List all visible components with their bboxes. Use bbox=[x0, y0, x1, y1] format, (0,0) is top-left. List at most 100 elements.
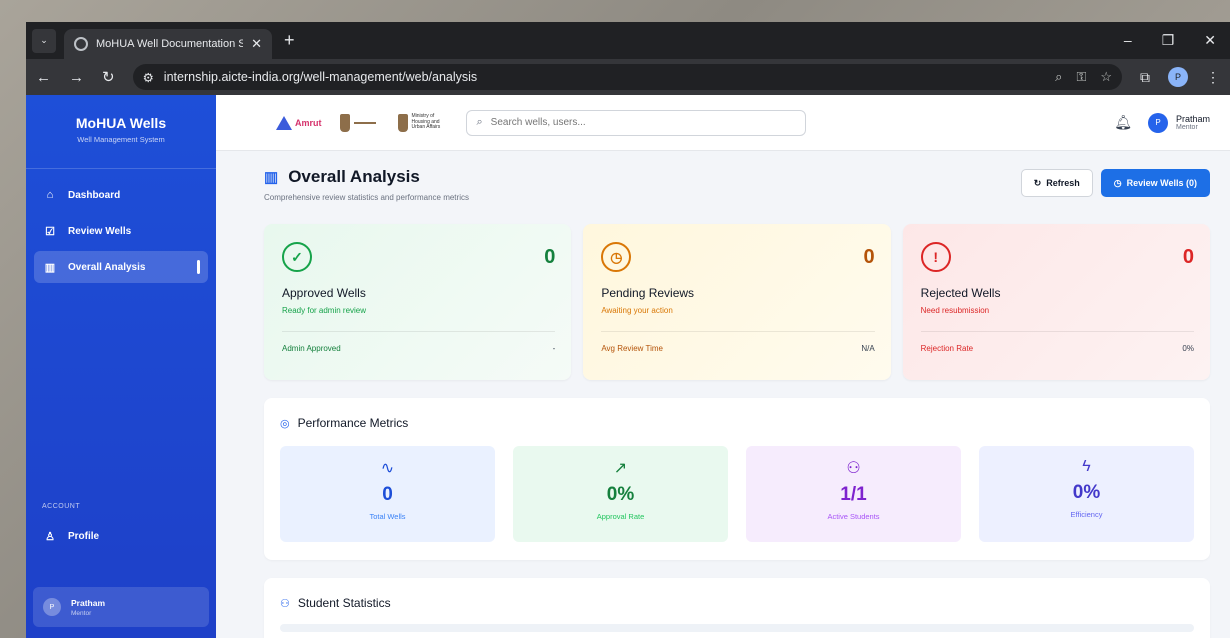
user-menu[interactable]: P Pratham Mentor bbox=[1147, 112, 1210, 133]
new-tab-button[interactable]: + bbox=[284, 30, 295, 51]
sidebar-item-label: Overall Analysis bbox=[68, 261, 146, 273]
globe-icon bbox=[74, 37, 88, 51]
sidebar-user-card[interactable]: P Pratham Mentor bbox=[33, 587, 209, 627]
url-field[interactable]: ⚙ internship.aicte-india.org/well-manage… bbox=[132, 64, 1122, 90]
alert-circle-icon: ! bbox=[920, 242, 951, 272]
metric-approval-rate: ↗ 0% Approval Rate bbox=[513, 446, 728, 542]
approved-wells-card: ✓ 0 Approved Wells Ready for admin revie… bbox=[264, 224, 572, 380]
search-input[interactable] bbox=[490, 117, 795, 128]
refresh-icon: ↻ bbox=[1033, 177, 1042, 188]
metric-value: 0% bbox=[1072, 482, 1101, 503]
emblem-logo bbox=[339, 112, 380, 134]
sidebar-nav: ⌂ Dashboard ☑ Review Wells ▥ Overall Ana… bbox=[26, 169, 216, 297]
sidebar-item-label: Profile bbox=[68, 530, 100, 542]
browser-menu-icon[interactable]: ⋮ bbox=[1206, 69, 1220, 86]
reload-icon[interactable]: ↻ bbox=[102, 68, 115, 86]
zap-icon: ϟ bbox=[1082, 458, 1091, 475]
close-tab-icon[interactable]: ✕ bbox=[251, 36, 262, 52]
stat-label: Approved Wells bbox=[282, 286, 366, 300]
performance-metrics-panel: ◎ Performance Metrics ∿ 0 Total Wells ↗ … bbox=[264, 398, 1210, 560]
sidebar-item-profile[interactable]: ♙ Profile bbox=[34, 520, 208, 552]
zoom-icon[interactable]: ⌕ bbox=[1055, 69, 1062, 85]
avatar: P bbox=[1147, 112, 1168, 133]
search-box[interactable]: ⌕ bbox=[465, 109, 806, 136]
rejected-wells-card: ! 0 Rejected Wells Need resubmission Rej… bbox=[902, 224, 1210, 380]
stat-foot-key: Admin Approved bbox=[282, 344, 341, 353]
page-content: ▥ Overall Analysis Comprehensive review … bbox=[216, 151, 1230, 638]
users-icon: ⚇ bbox=[280, 597, 290, 610]
user-icon: ♙ bbox=[45, 530, 55, 543]
site-settings-icon[interactable]: ⚙ bbox=[143, 70, 154, 85]
avatar: P bbox=[43, 598, 61, 616]
student-statistics-panel: ⚇ Student Statistics bbox=[264, 578, 1210, 638]
partner-logos: Amrut Ministry of Housing and Urban Affa… bbox=[276, 112, 446, 134]
clock-icon: ◷ bbox=[1113, 177, 1122, 188]
user-name: Pratham bbox=[71, 597, 106, 608]
metric-active-students: ⚇ 1/1 Active Students bbox=[746, 446, 961, 542]
url-text: internship.aicte-india.org/well-manageme… bbox=[163, 70, 478, 84]
user-role: Mentor bbox=[71, 609, 92, 617]
bell-icon[interactable]: 🔔︎ bbox=[1114, 114, 1132, 131]
app: MoHUA Wells Well Management System ⌂ Das… bbox=[26, 95, 1230, 638]
extensions-icon[interactable]: ⧉ bbox=[1140, 69, 1150, 86]
search-icon: ⌕ bbox=[476, 116, 483, 128]
tab-search-button[interactable]: ⌄ bbox=[32, 28, 56, 53]
key-icon[interactable]: ⚿ bbox=[1076, 69, 1086, 85]
brand: MoHUA Wells Well Management System bbox=[26, 95, 216, 169]
metric-label: Total Wells bbox=[369, 512, 406, 521]
sidebar-item-dashboard[interactable]: ⌂ Dashboard bbox=[34, 179, 208, 211]
restore-icon[interactable]: ❐ bbox=[1162, 32, 1175, 49]
users-icon: ⚇ bbox=[846, 460, 861, 477]
bookmark-star-icon[interactable]: ☆ bbox=[1100, 69, 1112, 85]
page-subtitle: Comprehensive review statistics and perf… bbox=[264, 193, 469, 202]
top-bar: Amrut Ministry of Housing and Urban Affa… bbox=[216, 95, 1230, 151]
user-role: Mentor bbox=[1175, 124, 1198, 131]
metric-value: 0 bbox=[382, 484, 393, 505]
minimize-icon[interactable]: – bbox=[1124, 32, 1132, 49]
review-wells-button[interactable]: ◷ Review Wells (0) bbox=[1100, 169, 1210, 197]
sidebar-item-overall-analysis[interactable]: ▥ Overall Analysis bbox=[34, 251, 208, 283]
panel-title: Performance Metrics bbox=[297, 416, 409, 430]
student-table-header bbox=[280, 624, 1194, 632]
metric-label: Approval Rate bbox=[596, 512, 645, 521]
back-icon[interactable]: ← bbox=[36, 69, 51, 86]
stat-label: Pending Reviews bbox=[601, 286, 695, 300]
metric-value: 1/1 bbox=[840, 484, 867, 505]
panel-title: Student Statistics bbox=[297, 596, 391, 610]
brand-name: MoHUA Wells bbox=[75, 115, 167, 131]
stat-foot-key: Rejection Rate bbox=[920, 344, 974, 353]
page-title: Overall Analysis bbox=[288, 167, 420, 186]
stat-value: 0 bbox=[863, 246, 875, 268]
activity-icon: ∿ bbox=[380, 460, 395, 477]
browser-profile-avatar[interactable]: P bbox=[1168, 67, 1188, 87]
bar-chart-icon: ▥ bbox=[44, 261, 56, 274]
stat-foot-value: 0% bbox=[1182, 344, 1194, 353]
stat-foot-key: Avg Review Time bbox=[601, 344, 663, 353]
sidebar-item-review-wells[interactable]: ☑ Review Wells bbox=[34, 215, 208, 247]
clock-icon: ◷ bbox=[601, 242, 632, 272]
stat-foot-value: N/A bbox=[861, 344, 875, 353]
refresh-button[interactable]: ↻ Refresh bbox=[1020, 169, 1093, 197]
amrut-logo: Amrut bbox=[276, 115, 322, 130]
browser-tab[interactable]: MoHUA Well Documentation S ✕ bbox=[64, 29, 272, 59]
trending-up-icon: ↗ bbox=[613, 460, 628, 477]
tab-strip: ⌄ MoHUA Well Documentation S ✕ + – ❐ ✕ bbox=[26, 22, 1230, 59]
metric-label: Efficiency bbox=[1070, 510, 1103, 519]
metric-label: Active Students bbox=[827, 512, 880, 521]
main-content: Amrut Ministry of Housing and Urban Affa… bbox=[216, 95, 1230, 638]
tab-title: MoHUA Well Documentation S bbox=[96, 38, 244, 50]
close-window-icon[interactable]: ✕ bbox=[1204, 32, 1216, 49]
metric-efficiency: ϟ 0% Efficiency bbox=[979, 446, 1194, 542]
stat-value: 0 bbox=[1182, 246, 1194, 268]
sidebar-item-label: Dashboard bbox=[68, 189, 121, 201]
sidebar-item-label: Review Wells bbox=[68, 225, 132, 237]
metric-value: 0% bbox=[606, 484, 635, 505]
stat-desc: Awaiting your action bbox=[601, 306, 673, 315]
home-icon: ⌂ bbox=[46, 189, 54, 201]
forward-icon[interactable]: → bbox=[69, 69, 84, 86]
brand-subtitle: Well Management System bbox=[77, 135, 165, 144]
check-circle-icon: ✓ bbox=[282, 242, 312, 272]
target-icon: ◎ bbox=[280, 417, 290, 430]
stat-label: Rejected Wells bbox=[920, 286, 1001, 300]
stat-value: 0 bbox=[544, 246, 556, 268]
